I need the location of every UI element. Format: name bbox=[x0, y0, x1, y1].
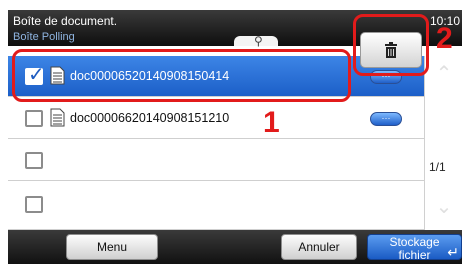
row-checkbox[interactable] bbox=[25, 110, 43, 127]
screen-title: Boîte de document. bbox=[13, 14, 118, 28]
list-row-2[interactable]: doc00006620140908151210 ··· bbox=[8, 98, 424, 139]
store-file-button[interactable]: Stockage fichier ↵ bbox=[367, 234, 462, 262]
scroll-up-button[interactable]: ⌃ bbox=[427, 56, 461, 92]
row-checkbox[interactable] bbox=[25, 152, 43, 169]
scroll-down-button[interactable]: ⌄ bbox=[427, 190, 461, 224]
box-name: Boîte Polling bbox=[13, 31, 75, 43]
cancel-button[interactable]: Annuler bbox=[281, 234, 357, 260]
magnifier-icon: ⚲ bbox=[254, 34, 263, 48]
search-button[interactable]: ⚲ bbox=[234, 34, 278, 48]
highlight-callout-row bbox=[12, 49, 351, 102]
details-button[interactable]: ··· bbox=[370, 112, 402, 126]
callout-number-2: 2 bbox=[436, 22, 453, 55]
device-screen: Boîte de document. Boîte Polling 10:10 ⚲… bbox=[8, 10, 462, 264]
menu-button[interactable]: Menu bbox=[66, 234, 158, 260]
enter-icon: ↵ bbox=[447, 244, 459, 260]
scroll-panel: ⌃ 1/1 ⌄ bbox=[424, 56, 462, 240]
document-icon bbox=[50, 108, 65, 127]
document-name: doc00006620140908151210 bbox=[70, 111, 230, 125]
list-row-4[interactable] bbox=[8, 182, 424, 230]
footer-bar: Menu Annuler Stockage fichier ↵ bbox=[8, 230, 462, 264]
page-indicator: 1/1 bbox=[429, 160, 446, 174]
list-row-3[interactable] bbox=[8, 140, 424, 181]
row-checkbox[interactable] bbox=[25, 196, 43, 213]
callout-number-1: 1 bbox=[263, 106, 280, 139]
highlight-callout-delete bbox=[353, 14, 429, 76]
